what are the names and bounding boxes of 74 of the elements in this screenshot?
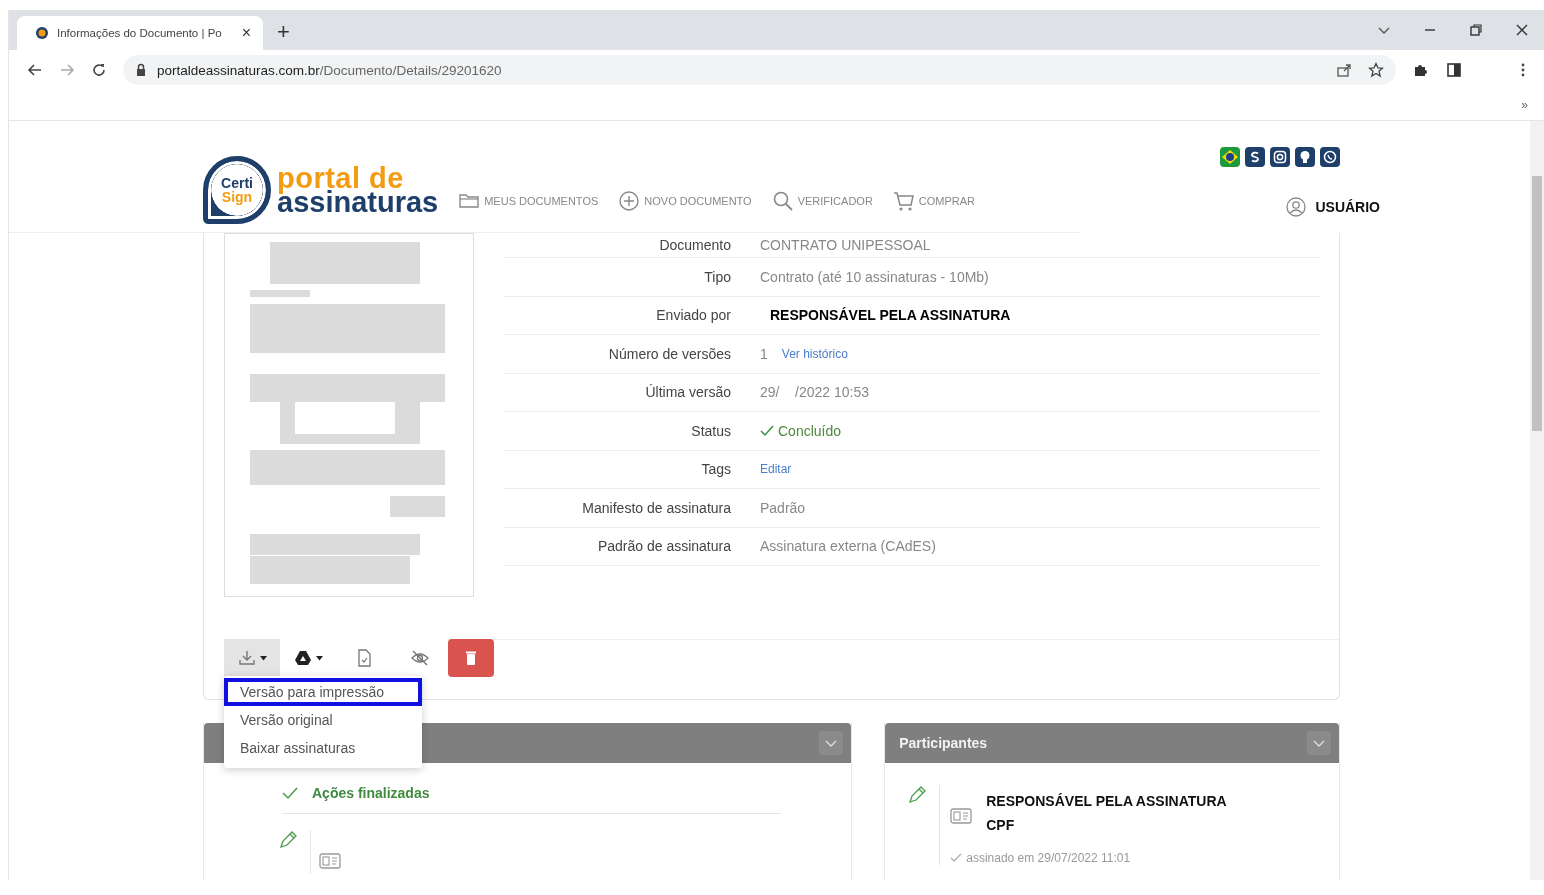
star-icon[interactable] — [1368, 62, 1384, 78]
nav-link[interactable]: MEUS DOCUMENTOS — [458, 190, 599, 212]
chevron-down-icon — [1313, 739, 1325, 747]
tab-title: Informações do Documento | Po — [57, 27, 223, 39]
eye-off-icon — [411, 649, 429, 667]
delete-button[interactable] — [448, 639, 494, 677]
field-value: Padrão — [760, 499, 806, 516]
restore-icon[interactable] — [1469, 23, 1483, 37]
chevron-down-icon — [825, 739, 838, 747]
close-icon[interactable] — [1515, 23, 1529, 37]
status-text: Ações finalizadas — [312, 785, 430, 801]
skype-icon[interactable] — [1245, 147, 1265, 167]
field-label: Tipo — [703, 268, 732, 285]
site-icon — [35, 26, 49, 40]
logo-text: Certi — [221, 176, 253, 190]
download-icon — [237, 649, 256, 667]
check-icon — [950, 853, 963, 863]
status-text: Concluído — [778, 422, 842, 439]
field-value: RESPONSÁVEL PELA ASSINATURA — [769, 307, 1011, 324]
edit-link[interactable]: Editar — [760, 462, 792, 477]
plus-circle-icon — [618, 190, 641, 212]
check-icon — [282, 786, 298, 800]
document-type: CPF — [986, 817, 1016, 833]
lock-icon — [135, 63, 147, 77]
field-label: Enviado por — [655, 307, 732, 324]
user-icon — [1285, 196, 1308, 218]
nav-link[interactable]: NOVO DOCUMENTO — [618, 190, 752, 212]
field-label: Tags — [700, 461, 732, 478]
side-panel-icon[interactable] — [1446, 62, 1462, 78]
bookmarks-more-button[interactable]: » — [1521, 98, 1528, 112]
logo-text: Sign — [221, 190, 253, 204]
drive-icon — [293, 649, 312, 667]
field-label: Manifesto de assinatura — [581, 499, 732, 516]
file-icon — [355, 649, 373, 667]
participant-name: RESPONSÁVEL PELA ASSINATURA — [986, 793, 1227, 809]
instagram-icon[interactable] — [1270, 147, 1290, 167]
pen-icon — [278, 830, 298, 850]
cart-icon — [892, 190, 915, 212]
id-card-icon — [319, 852, 341, 870]
field-label: Documento — [658, 237, 732, 253]
nav-link[interactable]: COMPRAR — [892, 190, 976, 212]
field-value: 1 — [760, 345, 768, 362]
check-icon — [760, 424, 774, 437]
history-link[interactable]: Ver histórico — [781, 346, 848, 361]
reload-icon[interactable] — [91, 62, 107, 78]
share-icon[interactable] — [1336, 62, 1352, 78]
menu-item[interactable]: Versão para impressão — [224, 678, 422, 706]
field-label: Status — [690, 422, 732, 439]
address-bar[interactable]: portaldeassinaturas.com.br/Documento/Details/29201620 — [123, 55, 1396, 85]
field-label: Número de versões — [607, 345, 732, 362]
search-icon — [771, 190, 794, 212]
signed-date: assinado em 29/07/2022 11:01 — [966, 851, 1131, 865]
id-card-icon — [950, 807, 973, 825]
field-value: 29/ /2022 10:53 — [760, 384, 869, 401]
back-icon[interactable] — [27, 62, 43, 78]
close-tab-button[interactable]: × — [241, 24, 251, 42]
user-menu[interactable]: USUÁRIO — [1285, 196, 1380, 218]
menu-item[interactable]: Versão original — [224, 706, 422, 734]
field-label: Última versão — [644, 384, 732, 401]
panel-title: Participantes — [899, 735, 988, 751]
scrollbar-thumb[interactable] — [1532, 176, 1542, 431]
menu-icon[interactable] — [1520, 62, 1526, 78]
nav-link[interactable]: VERIFICADOR — [771, 190, 873, 212]
field-label: Padrão de assinatura — [596, 538, 732, 555]
scrollbar[interactable] — [1530, 121, 1544, 880]
puzzle-icon[interactable] — [1412, 62, 1428, 78]
field-value: CONTRATO UNIPESSOAL — [760, 237, 931, 253]
pen-icon — [907, 785, 928, 805]
flag-icon[interactable] — [1220, 147, 1240, 167]
menu-item[interactable]: Baixar assinaturas — [224, 734, 422, 762]
whatsapp-icon[interactable] — [1320, 147, 1340, 167]
browser-tab[interactable]: Informações do Documento | Po × — [17, 16, 263, 50]
field-value: Contrato (até 10 assinaturas - 10Mb) — [760, 268, 989, 285]
new-tab-button[interactable]: + — [277, 19, 290, 45]
